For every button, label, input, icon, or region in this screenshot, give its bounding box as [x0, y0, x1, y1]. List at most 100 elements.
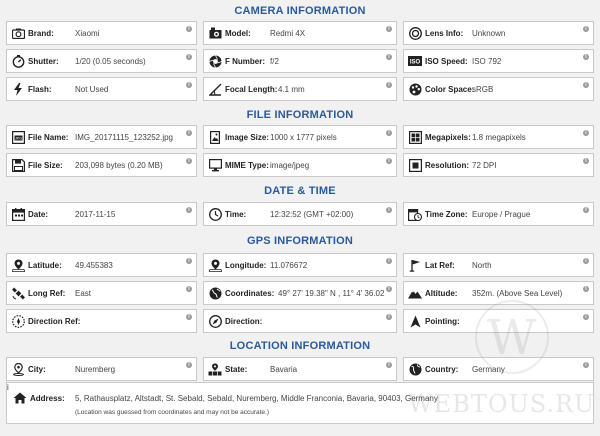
- info-icon[interactable]: i: [386, 207, 392, 213]
- altitude-label: Altitude:: [425, 288, 458, 298]
- mountain-icon: [408, 286, 422, 300]
- model-value: Redmi 4X: [270, 28, 306, 38]
- colorspace-label: Color Space:: [425, 84, 475, 94]
- filesize-card: File Size: 203,098 bytes (0.20 MB) i: [6, 153, 197, 177]
- map-pin-icon: [11, 258, 25, 272]
- lens-icon: [408, 26, 422, 40]
- resolution-label: Resolution:: [425, 160, 469, 170]
- info-icon[interactable]: i: [386, 158, 392, 164]
- state-map-icon: [208, 362, 222, 376]
- iso-value: ISO 792: [472, 56, 502, 66]
- iso-card: ISO ISO Speed: ISO 792 i: [403, 49, 594, 73]
- fnumber-value: f/2: [270, 56, 279, 66]
- globe-icon: [208, 286, 222, 300]
- info-icon[interactable]: i: [186, 26, 192, 32]
- stopwatch-icon: [11, 54, 25, 68]
- info-icon[interactable]: i: [7, 383, 9, 392]
- watermark-logo: W: [475, 300, 549, 374]
- colorspace-card: Color Space: sRGB i: [403, 77, 594, 101]
- shutter-card: Shutter: 1/20 (0.05 seconds) i: [6, 49, 197, 73]
- shutter-label: Shutter:: [28, 56, 59, 66]
- svg-text:ISO: ISO: [410, 60, 421, 66]
- altitude-value: 352m. (Above Sea Level): [472, 288, 563, 298]
- address-value: 5, Rathausplatz, Altstadt, St. Sebald, S…: [75, 394, 438, 403]
- info-icon[interactable]: i: [186, 207, 192, 213]
- country-label: Country:: [425, 364, 459, 374]
- info-icon[interactable]: i: [386, 314, 392, 320]
- compass-dashed-icon: [11, 314, 25, 328]
- info-icon[interactable]: i: [583, 54, 589, 60]
- info-icon[interactable]: i: [386, 286, 392, 292]
- country-globe-icon: [408, 362, 422, 376]
- info-icon[interactable]: i: [186, 130, 192, 136]
- date-label: Date:: [28, 209, 49, 219]
- brand-label: Brand:: [28, 28, 54, 38]
- info-icon[interactable]: i: [386, 82, 392, 88]
- info-icon[interactable]: i: [186, 258, 192, 264]
- longitude-label: Longitude:: [225, 260, 267, 270]
- lens-label: Lens Info:: [425, 28, 464, 38]
- pointing-label: Pointing:: [425, 316, 460, 326]
- latitude-label: Latitude:: [28, 260, 62, 270]
- date-value: 2017-11-15: [75, 209, 116, 219]
- info-icon[interactable]: i: [186, 158, 192, 164]
- latref-label: Lat Ref:: [425, 260, 455, 270]
- info-icon[interactable]: i: [583, 82, 589, 88]
- info-icon[interactable]: i: [583, 158, 589, 164]
- info-icon[interactable]: i: [386, 54, 392, 60]
- watermark-text: WEBTOUS.RU: [408, 390, 596, 418]
- info-icon[interactable]: i: [186, 54, 192, 60]
- flash-value: Not Used: [75, 84, 109, 94]
- aperture-icon: [208, 54, 222, 68]
- model-card: Model: Redmi 4X i: [203, 21, 397, 45]
- date-card: Date: 2017-11-15 i: [6, 202, 197, 226]
- city-pin-icon: [11, 362, 25, 376]
- info-icon[interactable]: i: [386, 258, 392, 264]
- timezone-label: Time Zone:: [425, 209, 468, 219]
- info-icon[interactable]: i: [186, 286, 192, 292]
- timezone-icon: [408, 207, 422, 221]
- focal-value: 4.1 mm: [278, 84, 305, 94]
- brand-value: Xiaomi: [75, 28, 100, 38]
- info-icon[interactable]: i: [386, 26, 392, 32]
- imagesize-card: Image Size: 1000 x 1777 pixels i: [203, 125, 397, 149]
- info-icon[interactable]: i: [186, 362, 192, 368]
- megapixels-value: 1.8 megapixels: [472, 132, 526, 142]
- flash-icon: [11, 82, 25, 96]
- file-image-icon: JPG: [11, 130, 25, 144]
- time-card: Time: 12:32:52 (GMT +02:00) i: [203, 202, 397, 226]
- info-icon[interactable]: i: [583, 26, 589, 32]
- svg-text:JPG: JPG: [15, 136, 22, 140]
- city-value: Nuremberg: [75, 364, 116, 374]
- longref-label: Long Ref:: [28, 288, 66, 298]
- flash-card: Flash: Not Used i: [6, 77, 197, 101]
- focal-card: Focal Length: 4.1 mm i: [203, 77, 397, 101]
- section-title-file: FILE INFORMATION: [246, 109, 354, 121]
- info-icon[interactable]: i: [186, 314, 192, 320]
- info-icon[interactable]: i: [583, 286, 589, 292]
- camera-icon: [11, 26, 25, 40]
- info-icon[interactable]: i: [583, 130, 589, 136]
- city-label: City:: [28, 364, 46, 374]
- latitude-card: Latitude: 49.455383 i: [6, 253, 197, 277]
- info-icon[interactable]: i: [583, 314, 589, 320]
- mime-card: MIME Type: image/jpeg i: [203, 153, 397, 177]
- info-icon[interactable]: i: [583, 207, 589, 213]
- lens-value: Unknown: [472, 28, 506, 38]
- latitude-value: 49.455383: [75, 260, 113, 270]
- info-icon[interactable]: i: [386, 362, 392, 368]
- megapixels-label: Megapixels:: [425, 132, 471, 142]
- megapixels-icon: [408, 130, 422, 144]
- resolution-card: Resolution: 72 DPI i: [403, 153, 594, 177]
- colorspace-value: sRGB: [472, 84, 494, 94]
- info-icon[interactable]: i: [583, 258, 589, 264]
- latref-card: Lat Ref: North i: [403, 253, 594, 277]
- info-icon[interactable]: i: [583, 362, 589, 368]
- direction-card: Direction: i: [203, 309, 397, 333]
- info-icon[interactable]: i: [186, 82, 192, 88]
- state-card: State: Bavaria i: [203, 357, 397, 381]
- resolution-icon: [408, 158, 422, 172]
- direction-label: Direction:: [225, 316, 263, 326]
- filename-label: File Name:: [28, 132, 69, 142]
- info-icon[interactable]: i: [386, 130, 392, 136]
